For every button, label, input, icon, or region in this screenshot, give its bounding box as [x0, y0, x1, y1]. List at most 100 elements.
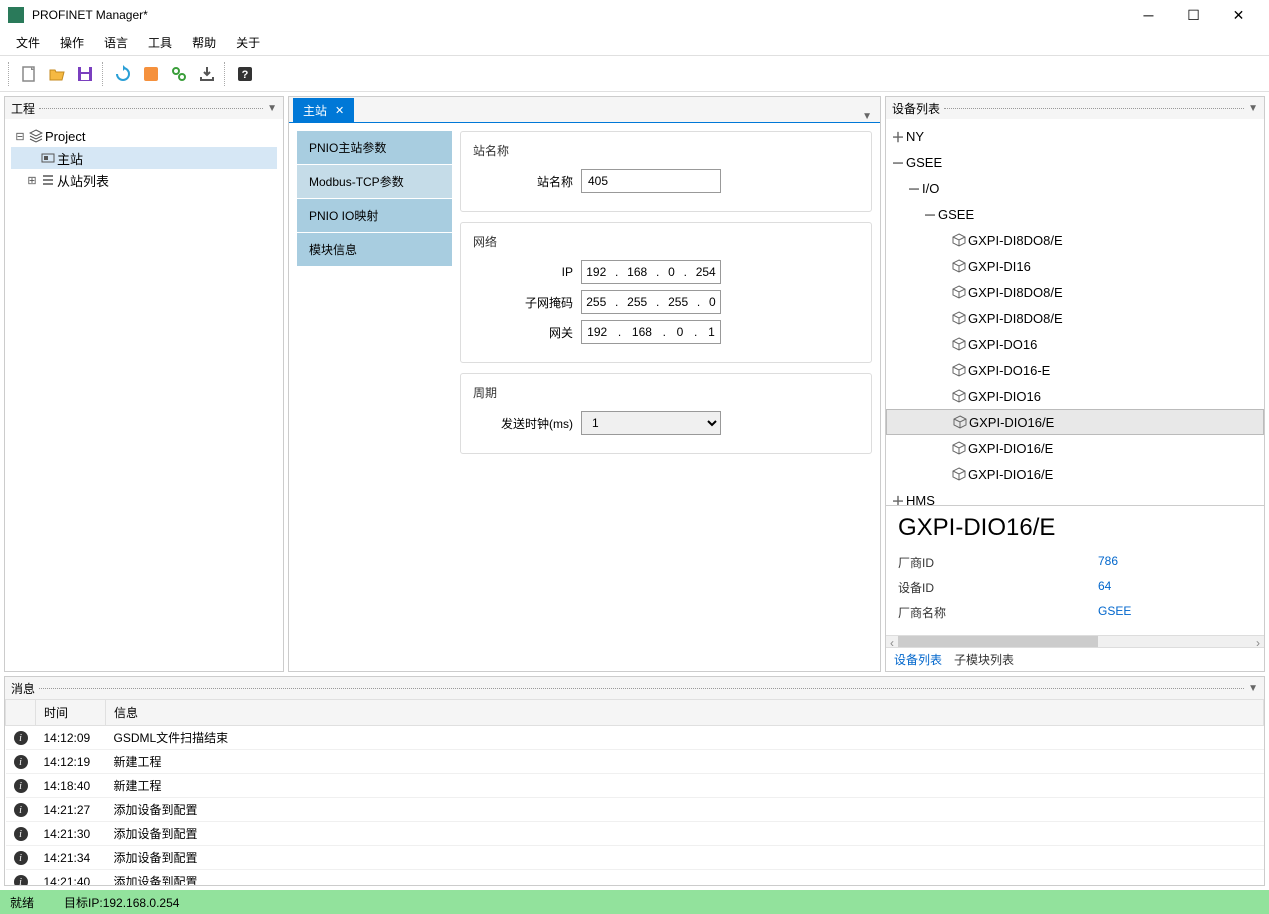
download-icon[interactable]	[194, 61, 220, 87]
col-time[interactable]: 时间	[36, 700, 106, 726]
device-label: GXPI-DI16	[968, 259, 1031, 274]
cube-icon	[950, 363, 968, 377]
gears-icon[interactable]	[166, 61, 192, 87]
col-info[interactable]: 信息	[106, 700, 1264, 726]
message-row[interactable]: i14:21:27添加设备到配置	[6, 798, 1264, 822]
device-panel-title: 设备列表	[892, 100, 940, 117]
expand-icon[interactable]: ＋	[890, 127, 906, 146]
message-row[interactable]: i14:21:34添加设备到配置	[6, 846, 1264, 870]
cube-icon	[950, 467, 968, 481]
tab-close-icon[interactable]: ✕	[335, 104, 344, 117]
open-icon[interactable]	[44, 61, 70, 87]
status-target-ip: 目标IP:192.168.0.254	[64, 894, 179, 911]
group-title: 网络	[473, 233, 859, 250]
message-table: 时间 信息 i14:12:09GSDML文件扫描结束i14:12:19新建工程i…	[5, 699, 1264, 885]
station-input[interactable]	[581, 169, 721, 193]
tab-device-list[interactable]: 设备列表	[894, 651, 942, 668]
message-row[interactable]: i14:12:19新建工程	[6, 750, 1264, 774]
dev-node-gsee[interactable]: －GSEE	[886, 149, 1264, 175]
gsdml-icon[interactable]	[138, 61, 164, 87]
nav-module-info[interactable]: 模块信息	[297, 233, 452, 267]
group-title: 周期	[473, 384, 859, 401]
device-label: GXPI-DI8DO8/E	[968, 285, 1063, 300]
msg-text: 添加设备到配置	[106, 822, 1264, 846]
message-row[interactable]: i14:18:40新建工程	[6, 774, 1264, 798]
tree-node-slaves[interactable]: ⊞ 从站列表	[11, 169, 277, 191]
device-item[interactable]: GXPI-DIO16	[886, 383, 1264, 409]
device-item[interactable]: GXPI-DO16	[886, 331, 1264, 357]
message-row[interactable]: i14:21:40添加设备到配置	[6, 870, 1264, 886]
titlebar: PROFINET Manager* ─ ☐ ✕	[0, 0, 1269, 30]
cube-icon	[950, 337, 968, 351]
device-item[interactable]: GXPI-DO16-E	[886, 357, 1264, 383]
menu-tool[interactable]: 工具	[138, 30, 182, 55]
mask-label: 子网掩码	[473, 294, 573, 311]
right-tab-strip: 设备列表 子模块列表	[886, 647, 1264, 671]
tree-node-project[interactable]: ⊟ Project	[11, 125, 277, 147]
save-icon[interactable]	[72, 61, 98, 87]
device-icon	[39, 151, 57, 165]
dev-node-io[interactable]: －I/O	[886, 175, 1264, 201]
cube-icon	[950, 441, 968, 455]
nav-pnio-io[interactable]: PNIO IO映射	[297, 199, 452, 233]
msg-time: 14:21:34	[36, 846, 106, 870]
collapse-icon[interactable]: －	[906, 179, 922, 198]
nav-modbus-tcp[interactable]: Modbus-TCP参数	[297, 165, 452, 199]
help-icon[interactable]: ?	[232, 61, 258, 87]
device-item[interactable]: GXPI-DIO16/E	[886, 435, 1264, 461]
menu-language[interactable]: 语言	[94, 30, 138, 55]
project-panel-header: 工程 ▼	[5, 97, 283, 119]
collapse-icon[interactable]: ⊟	[13, 130, 27, 143]
message-row[interactable]: i14:21:30添加设备到配置	[6, 822, 1264, 846]
device-item[interactable]: GXPI-DIO16/E	[886, 461, 1264, 487]
tab-master[interactable]: 主站 ✕	[293, 98, 354, 122]
menu-operate[interactable]: 操作	[50, 30, 94, 55]
tree-node-master[interactable]: 主站	[11, 147, 277, 169]
detail-value: 64	[1098, 579, 1111, 596]
collapse-icon[interactable]: －	[922, 205, 938, 224]
svg-text:?: ?	[242, 69, 249, 81]
cube-icon	[950, 259, 968, 273]
expand-icon[interactable]: ＋	[890, 491, 906, 506]
gw-input[interactable]: 192.168.0.1	[581, 320, 721, 344]
refresh-icon[interactable]	[110, 61, 136, 87]
device-item[interactable]: GXPI-DI8DO8/E	[886, 305, 1264, 331]
project-tree: ⊟ Project 主站 ⊞ 从站列表	[5, 119, 283, 197]
nav-pnio-master[interactable]: PNIO主站参数	[297, 131, 452, 165]
ip-input[interactable]: 192.168.0.254	[581, 260, 721, 284]
close-button[interactable]: ✕	[1216, 0, 1261, 30]
new-icon[interactable]	[16, 61, 42, 87]
menu-file[interactable]: 文件	[6, 30, 50, 55]
device-item[interactable]: GXPI-DI8DO8/E	[886, 279, 1264, 305]
dev-node-hms[interactable]: ＋HMS	[886, 487, 1264, 505]
menu-help[interactable]: 帮助	[182, 30, 226, 55]
info-icon: i	[14, 827, 28, 841]
collapse-icon[interactable]: ▼	[267, 103, 277, 114]
menu-about[interactable]: 关于	[226, 30, 270, 55]
dev-node-gsee-sub[interactable]: －GSEE	[886, 201, 1264, 227]
device-label: GXPI-DIO16	[968, 389, 1041, 404]
minimize-button[interactable]: ─	[1126, 0, 1171, 30]
expand-icon[interactable]: ⊞	[25, 174, 39, 187]
message-row[interactable]: i14:12:09GSDML文件扫描结束	[6, 726, 1264, 750]
detail-row: 设备ID64	[898, 575, 1252, 600]
device-label: GXPI-DO16	[968, 337, 1037, 352]
collapse-icon[interactable]: ▼	[1248, 683, 1258, 694]
tab-menu-icon[interactable]: ▼	[862, 111, 872, 122]
collapse-icon[interactable]: ▼	[1248, 103, 1258, 114]
mask-input[interactable]: 255.255.255.0	[581, 290, 721, 314]
device-item[interactable]: GXPI-DI16	[886, 253, 1264, 279]
device-item[interactable]: GXPI-DIO16/E	[886, 409, 1264, 435]
cube-icon	[951, 415, 969, 429]
device-tree: ＋NY －GSEE －I/O －GSEE GXPI-DI8DO8/E GXPI-D…	[886, 119, 1264, 505]
clock-select[interactable]: 1	[581, 411, 721, 435]
dev-node-ny[interactable]: ＋NY	[886, 123, 1264, 149]
device-item[interactable]: GXPI-DI8DO8/E	[886, 227, 1264, 253]
horizontal-scrollbar[interactable]: ‹›	[886, 635, 1264, 647]
collapse-icon[interactable]: －	[890, 153, 906, 172]
list-icon	[39, 173, 57, 187]
maximize-button[interactable]: ☐	[1171, 0, 1216, 30]
detail-row: 厂商名称GSEE	[898, 600, 1252, 625]
ip-label: IP	[473, 265, 573, 279]
tab-submodule-list[interactable]: 子模块列表	[954, 651, 1014, 668]
